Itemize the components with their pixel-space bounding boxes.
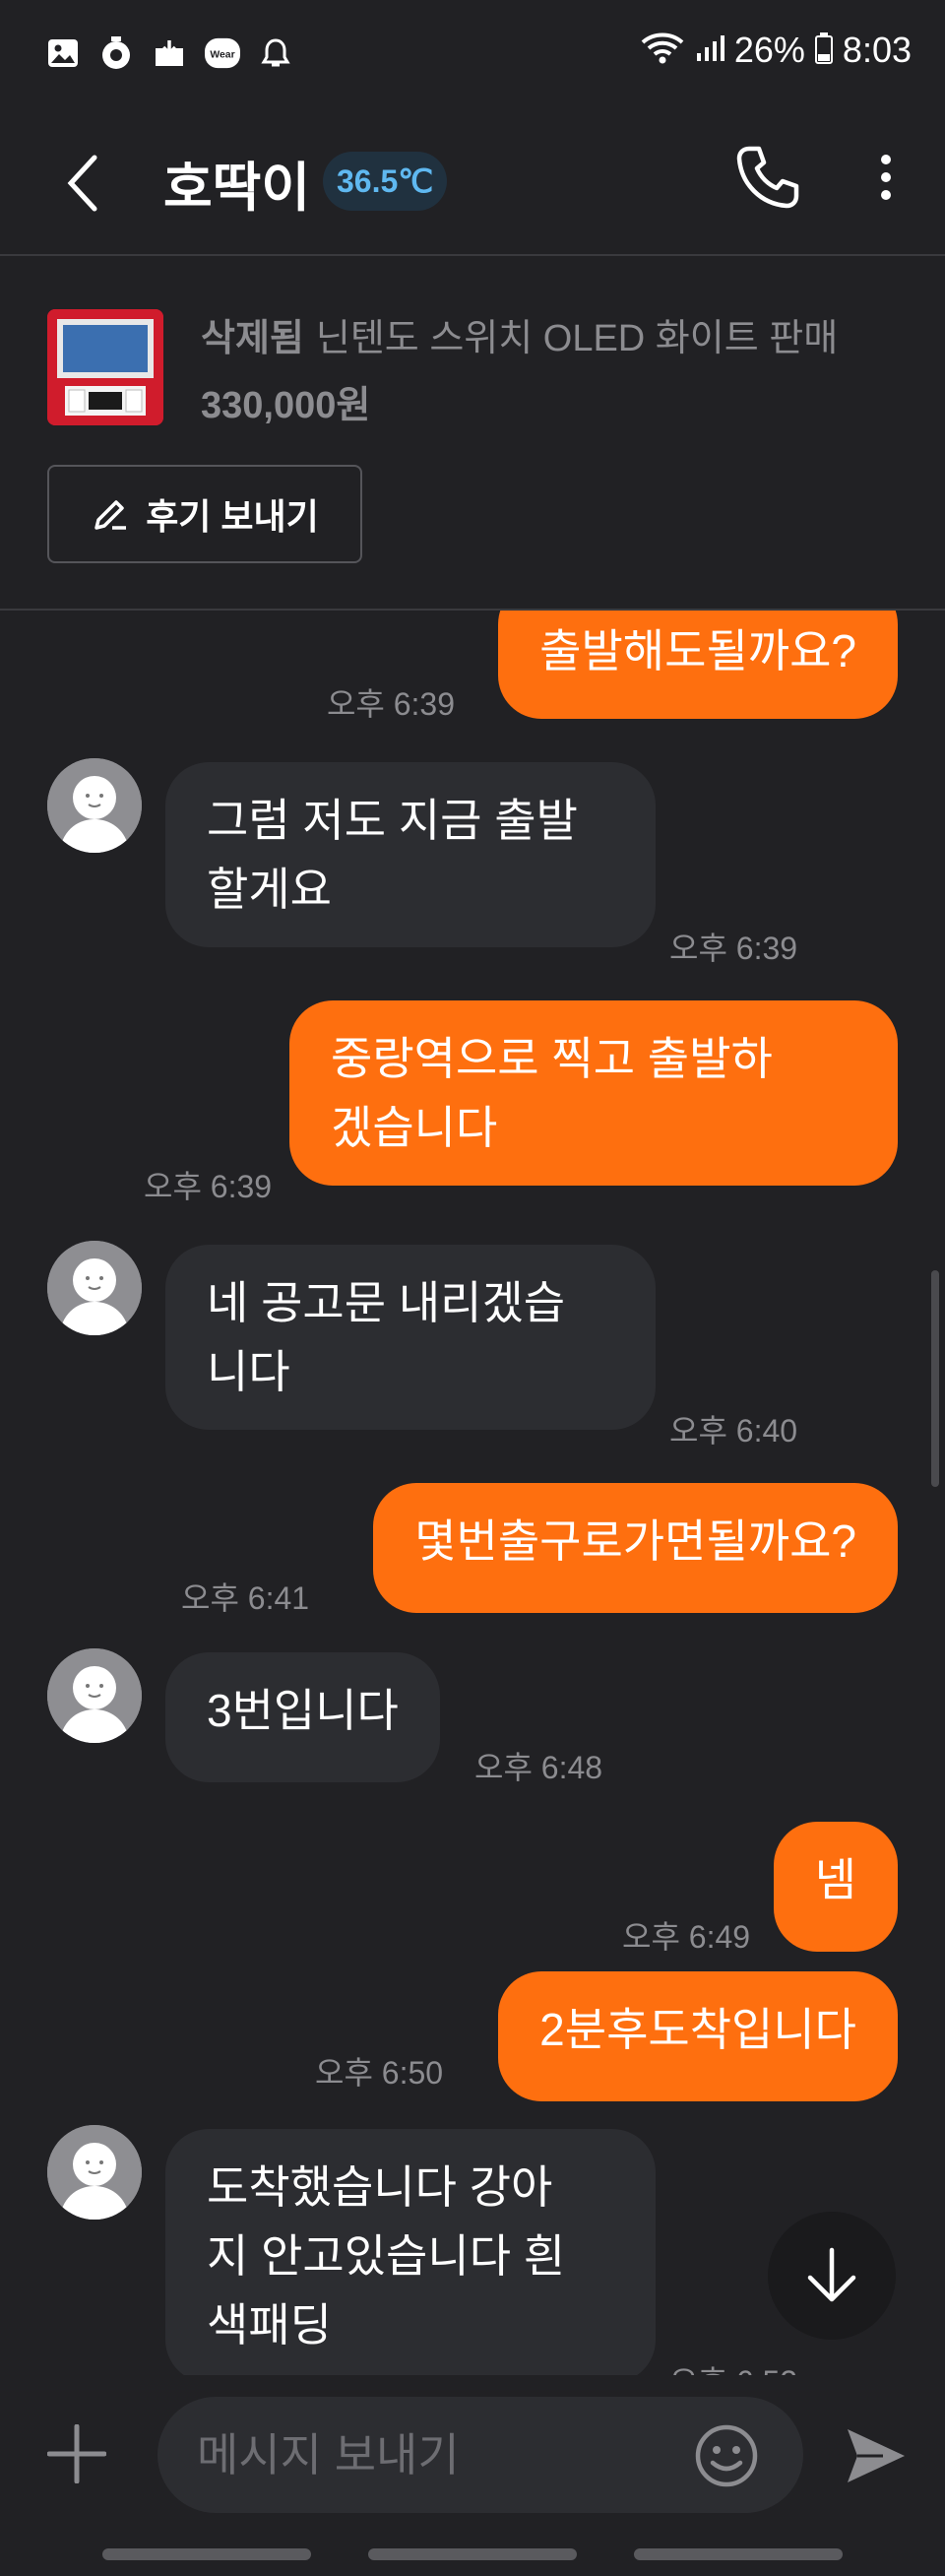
- scroll-to-bottom-button[interactable]: [768, 2212, 896, 2340]
- smiley-icon: [695, 2424, 758, 2487]
- gallery-icon: [45, 35, 81, 71]
- send-review-button[interactable]: 후기 보내기: [47, 465, 362, 563]
- bell-icon: [258, 35, 293, 71]
- status-bar: Wear 26% 8:03: [0, 0, 945, 110]
- notification-icons: Wear: [45, 35, 293, 71]
- system-navigation-bar: [0, 2533, 945, 2576]
- pencil-icon: [94, 500, 127, 530]
- message-text-line: 니다: [207, 1346, 290, 1397]
- signal-icon: [695, 33, 724, 67]
- more-vertical-icon: [881, 155, 891, 200]
- product-price: 330,000원: [201, 385, 371, 426]
- other-message-bubble[interactable]: 3번입니다: [165, 1652, 440, 1782]
- message-input-bar: [0, 2375, 945, 2533]
- message-text-line: 색패딩: [207, 2299, 332, 2351]
- avatar[interactable]: [47, 2125, 142, 2220]
- message-time: 오후 6:39: [144, 1169, 273, 1204]
- clock: 8:03: [842, 30, 912, 70]
- scrollbar-thumb[interactable]: [931, 1270, 939, 1487]
- message-time: 오후 6:39: [326, 686, 455, 722]
- plus-icon: [47, 2424, 106, 2483]
- avatar[interactable]: [47, 1648, 142, 1743]
- fitness-icon: [98, 35, 134, 71]
- message-time: 오후 6:48: [474, 1750, 603, 1785]
- message-text: 3번입니다: [207, 1685, 399, 1736]
- message-time: 오후 6:39: [669, 931, 798, 966]
- chat-messages[interactable]: 출발해도될까요? 오후 6:39 그럼 저도 지금 출발 할게요 오후 6:39…: [0, 611, 945, 2375]
- battery-percent: 26%: [733, 30, 805, 70]
- message-text-line: 중랑역으로 찍고 출발하: [331, 1033, 773, 1084]
- message-text-line: 할게요: [207, 864, 332, 915]
- emoji-button[interactable]: [693, 2422, 760, 2489]
- message-time: 오후 6:50: [315, 2055, 444, 2091]
- arrow-down-icon: [807, 2247, 856, 2302]
- my-message-bubble[interactable]: 몇번출구로가면될까요?: [373, 1483, 898, 1613]
- send-icon: [848, 2429, 905, 2482]
- wifi-icon: [640, 32, 685, 69]
- attach-button[interactable]: [45, 2422, 108, 2485]
- nav-back-handle[interactable]: [634, 2548, 843, 2560]
- message-text: 2분후도착입니다: [539, 2004, 856, 2055]
- send-button[interactable]: [839, 2418, 914, 2493]
- back-button[interactable]: [53, 142, 112, 225]
- message-time: 오후 6:49: [622, 1919, 751, 1955]
- manner-temperature-badge[interactable]: 36.5℃: [323, 152, 448, 211]
- download-icon: [152, 35, 187, 71]
- more-options-button[interactable]: [856, 138, 915, 217]
- message-text: 출발해도될까요?: [539, 625, 856, 676]
- product-title-line[interactable]: 삭제됨 닌텐도 스위치 OLED 화이트 판매: [201, 307, 838, 361]
- message-time: 오후 6:41: [181, 1580, 310, 1616]
- system-indicators: 26% 8:03: [640, 30, 912, 71]
- product-thumbnail[interactable]: [47, 309, 163, 425]
- wear-icon: Wear: [205, 35, 240, 71]
- nav-home-handle[interactable]: [368, 2548, 577, 2560]
- message-text-line: 도착했습니다 강아: [207, 2161, 553, 2213]
- message-text-line: 지 안고있습니다 흰: [207, 2230, 566, 2282]
- my-message-bubble[interactable]: 넴: [773, 1822, 898, 1952]
- message-text-line: 네 공고문 내리겠습: [207, 1277, 566, 1328]
- svg-text:Wear: Wear: [210, 50, 234, 61]
- product-status: 삭제됨: [201, 318, 304, 359]
- message-time: 오후 6:40: [669, 1413, 798, 1449]
- other-message-bubble[interactable]: 그럼 저도 지금 출발 할게요: [165, 762, 656, 947]
- other-message-bubble[interactable]: 도착했습니다 강아 지 안고있습니다 흰 색패딩: [165, 2129, 656, 2375]
- chevron-left-icon: [67, 155, 97, 212]
- battery-icon: [814, 32, 833, 68]
- call-button[interactable]: [728, 138, 807, 217]
- send-review-label: 후기 보내기: [146, 496, 319, 537]
- my-message-bubble[interactable]: 중랑역으로 찍고 출발하 겠습니다: [289, 1000, 898, 1186]
- other-message-bubble[interactable]: 네 공고문 내리겠습 니다: [165, 1245, 656, 1430]
- phone-icon: [736, 146, 799, 209]
- message-time: 오후 6:52: [669, 2357, 797, 2375]
- message-text-line: 겠습니다: [331, 1102, 498, 1153]
- message-text: 몇번출구로가면될까요?: [414, 1515, 856, 1567]
- message-text-line: 그럼 저도 지금 출발: [207, 795, 578, 846]
- product-panel: 삭제됨 닌텐도 스위치 OLED 화이트 판매 330,000원 후기 보내기: [0, 258, 945, 611]
- page-title: 호딱이: [163, 159, 311, 218]
- avatar[interactable]: [47, 1241, 142, 1335]
- message-text: 넴: [814, 1854, 856, 1905]
- my-message-bubble[interactable]: 2분후도착입니다: [498, 1971, 898, 2101]
- avatar[interactable]: [47, 758, 142, 853]
- my-message-bubble[interactable]: 출발해도될까요?: [498, 611, 898, 719]
- product-name: 닌텐도 스위치 OLED 화이트 판매: [315, 318, 839, 359]
- chat-header: 호딱이 36.5℃: [0, 110, 945, 256]
- nav-recents-handle[interactable]: [102, 2548, 311, 2560]
